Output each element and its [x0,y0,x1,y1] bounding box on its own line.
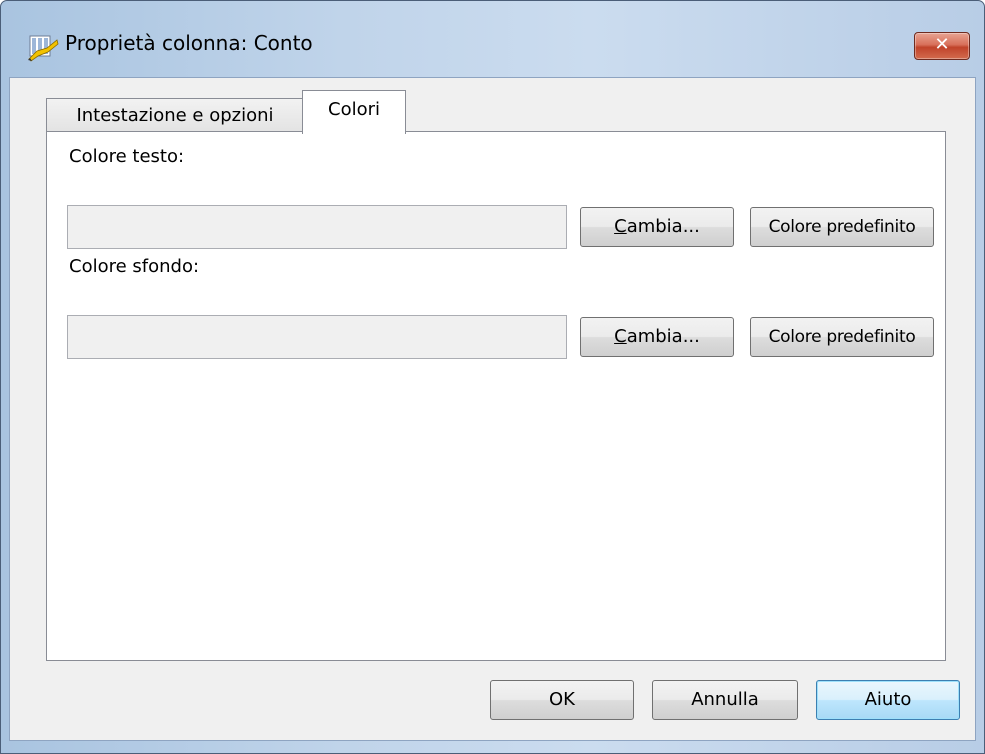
background-color-label: Colore sfondo: [69,256,200,277]
dialog-window: Proprietà colonna: Conto ✕ Intestazione … [0,0,985,754]
title-bar[interactable]: Proprietà colonna: Conto ✕ [1,1,984,89]
background-color-change-label: ambia... [626,326,700,347]
dialog-body: Intestazione e opzioni Colori Colore tes… [9,77,976,741]
text-color-default-button[interactable]: Colore predefinito [750,207,934,247]
text-color-preview [67,205,567,249]
text-color-change-mnemonic: C [614,216,627,237]
text-color-label: Colore testo: [69,146,185,167]
colors-tab-panel: Colore testo: Cambia... Colore predefini… [46,131,946,661]
tab-header-options[interactable]: Intestazione e opzioni [46,98,304,132]
ok-button[interactable]: OK [490,680,634,720]
cancel-button[interactable]: Annulla [652,680,798,720]
close-button[interactable]: ✕ [914,32,970,60]
background-color-default-button[interactable]: Colore predefinito [750,317,934,357]
window-title: Proprietà colonna: Conto [65,31,313,55]
background-color-preview [67,315,567,359]
background-color-change-mnemonic: C [614,326,627,347]
tab-strip: Intestazione e opzioni Colori [10,78,975,134]
text-color-change-label: ambia... [626,216,700,237]
background-color-change-button[interactable]: Cambia... [580,317,734,357]
column-properties-icon [28,35,59,62]
text-color-change-button[interactable]: Cambia... [580,207,734,247]
close-icon: ✕ [934,34,950,55]
help-button[interactable]: Aiuto [816,680,960,720]
tab-colors[interactable]: Colori [302,90,406,134]
